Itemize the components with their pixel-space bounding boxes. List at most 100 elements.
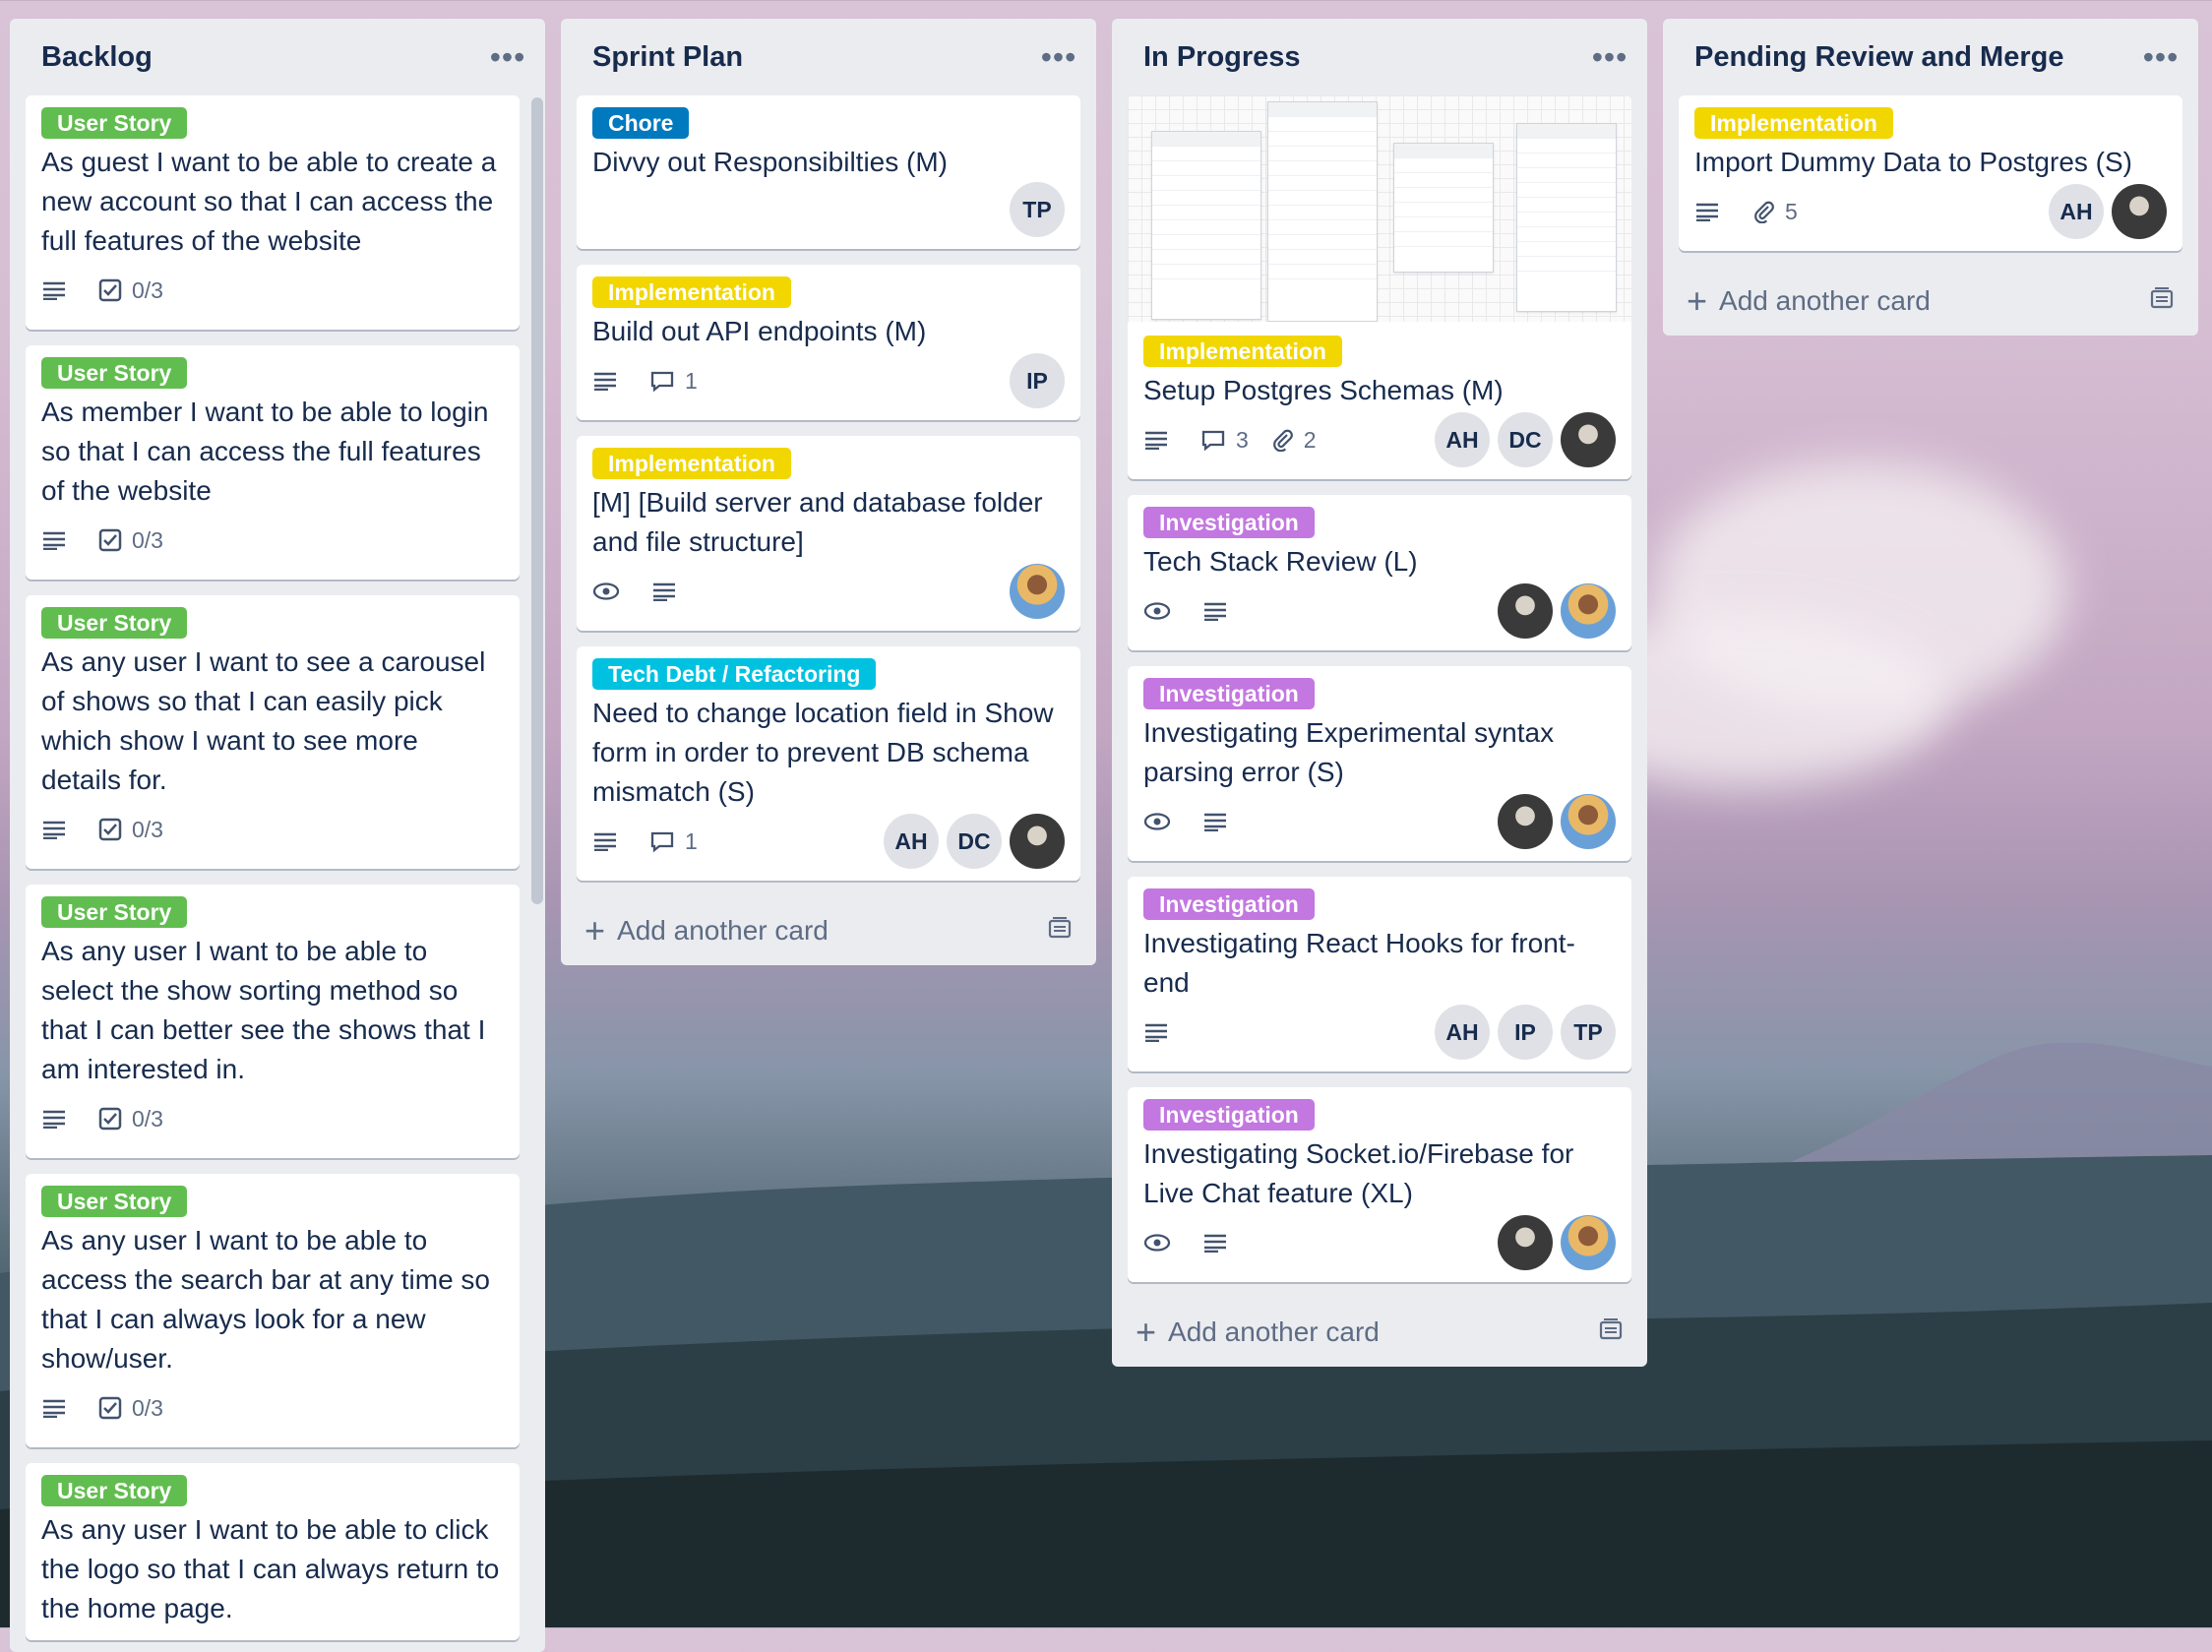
card[interactable]: User Story As member I want to be able t…: [26, 345, 520, 580]
card-title: [M] [Build server and database folder an…: [592, 487, 1043, 557]
add-card-label: Add another card: [1719, 285, 1931, 316]
avatar[interactable]: AH: [884, 814, 939, 869]
description-icon: [1694, 202, 1730, 221]
card-label: Tech Debt / Refactoring: [592, 658, 877, 690]
card[interactable]: Implementation [M] [Build server and dat…: [577, 436, 1080, 631]
scrollbar[interactable]: [531, 97, 543, 904]
add-card-button[interactable]: + Add another card: [1663, 267, 2198, 336]
card-title: As any user I want to be able to click t…: [41, 1514, 500, 1623]
avatar[interactable]: AH: [1435, 412, 1490, 467]
avatar[interactable]: IP: [1010, 353, 1065, 408]
card-label: Implementation: [592, 448, 791, 479]
avatar[interactable]: AH: [1435, 1005, 1490, 1060]
card[interactable]: Implementation Setup Postgres Schemas (M…: [1128, 95, 1631, 479]
card[interactable]: User Story As any user I want to be able…: [26, 1463, 520, 1640]
eye-icon: [1143, 812, 1181, 831]
card-label: Investigation: [1143, 888, 1315, 920]
attachment-badge: 2: [1270, 427, 1317, 454]
checklist-icon: [98, 278, 122, 302]
more-horizontal-icon[interactable]: •••: [1037, 39, 1080, 76]
list-title[interactable]: In Progress: [1143, 41, 1588, 74]
checklist-badge: 0/3: [98, 817, 163, 843]
card-cover-schema-diagram: [1128, 95, 1631, 322]
list-header: Backlog •••: [10, 19, 545, 95]
card[interactable]: User Story As any user I want to see a c…: [26, 595, 520, 869]
comment-badge: 3: [1200, 427, 1249, 454]
card[interactable]: Investigation Tech Stack Review (L): [1128, 495, 1631, 650]
comment-count: 1: [685, 827, 698, 854]
avatar[interactable]: [1010, 564, 1065, 619]
comment-icon: [650, 371, 674, 393]
eye-icon: [1143, 601, 1181, 621]
list-header: Sprint Plan •••: [561, 19, 1096, 95]
avatar[interactable]: [1561, 1215, 1616, 1270]
avatar[interactable]: [1498, 794, 1553, 849]
card[interactable]: User Story As any user I want to be able…: [26, 885, 520, 1158]
list-header: In Progress •••: [1112, 19, 1647, 95]
avatar[interactable]: AH: [2049, 184, 2104, 239]
card-title: Investigating Socket.io/Firebase for Liv…: [1143, 1138, 1574, 1208]
list-title[interactable]: Backlog: [41, 41, 486, 74]
card-template-icon[interactable]: [1598, 1316, 1624, 1348]
add-card-button[interactable]: + Add another card: [561, 896, 1096, 965]
checklist-badge: 0/3: [98, 527, 163, 554]
description-icon: [41, 1398, 77, 1418]
card-label: User Story: [41, 1186, 188, 1217]
add-card-button[interactable]: + Add another card: [1112, 1298, 1647, 1367]
avatar[interactable]: TP: [1010, 182, 1065, 237]
card[interactable]: User Story As guest I want to be able to…: [26, 95, 520, 330]
card[interactable]: Tech Debt / Refactoring Need to change l…: [577, 646, 1080, 881]
plus-icon: +: [1687, 280, 1708, 321]
card[interactable]: Implementation Import Dummy Data to Post…: [1679, 95, 2182, 251]
checklist-badge: 0/3: [98, 1106, 163, 1132]
list-title[interactable]: Sprint Plan: [592, 41, 1037, 74]
checklist-count: 0/3: [132, 816, 163, 842]
card[interactable]: Investigation Investigating Experimental…: [1128, 666, 1631, 861]
description-icon: [1202, 812, 1238, 831]
card-title: As any user I want to be able to select …: [41, 936, 486, 1084]
avatar[interactable]: [1561, 794, 1616, 849]
avatar[interactable]: [1561, 583, 1616, 639]
card-label: User Story: [41, 1475, 188, 1506]
avatar[interactable]: DC: [1498, 412, 1553, 467]
card[interactable]: Chore Divvy out Responsibilties (M) TP: [577, 95, 1080, 249]
avatar[interactable]: TP: [1561, 1005, 1616, 1060]
avatar[interactable]: [1498, 1215, 1553, 1270]
description-icon: [651, 581, 687, 601]
add-card-label: Add another card: [1168, 1316, 1380, 1347]
more-horizontal-icon[interactable]: •••: [486, 39, 529, 76]
card-label: User Story: [41, 607, 188, 639]
checklist-count: 0/3: [132, 276, 163, 303]
card-title: As any user I want to be able to access …: [41, 1225, 490, 1374]
avatar[interactable]: IP: [1498, 1005, 1553, 1060]
list-backlog: Backlog ••• User Story As guest I want t…: [10, 19, 545, 1652]
card[interactable]: Investigation Investigating React Hooks …: [1128, 877, 1631, 1071]
comment-badge: 1: [649, 368, 698, 395]
comment-count: 1: [685, 367, 698, 394]
comment-icon: [650, 831, 674, 853]
list-title[interactable]: Pending Review and Merge: [1694, 41, 2139, 74]
avatar[interactable]: [1498, 583, 1553, 639]
card[interactable]: User Story As any user I want to be able…: [26, 1174, 520, 1447]
card-title: Divvy out Responsibilties (M): [592, 147, 948, 177]
paperclip-icon: [1754, 201, 1774, 223]
card-title: Tech Stack Review (L): [1143, 546, 1418, 577]
avatar[interactable]: [1010, 814, 1065, 869]
card-label: User Story: [41, 357, 188, 389]
card-template-icon[interactable]: [1047, 915, 1073, 947]
avatar[interactable]: [2112, 184, 2167, 239]
attachment-badge: 5: [1751, 199, 1798, 225]
attachment-count: 5: [1785, 198, 1798, 224]
description-icon: [1202, 601, 1238, 621]
more-horizontal-icon[interactable]: •••: [2139, 39, 2182, 76]
card-template-icon[interactable]: [2149, 285, 2175, 317]
card-title: As guest I want to be able to create a n…: [41, 147, 497, 256]
checklist-count: 0/3: [132, 526, 163, 553]
more-horizontal-icon[interactable]: •••: [1588, 39, 1631, 76]
description-icon: [1202, 1233, 1238, 1253]
card[interactable]: Investigation Investigating Socket.io/Fi…: [1128, 1087, 1631, 1282]
avatar[interactable]: DC: [947, 814, 1002, 869]
card[interactable]: Implementation Build out API endpoints (…: [577, 265, 1080, 420]
avatar[interactable]: [1561, 412, 1616, 467]
checklist-icon: [98, 528, 122, 552]
